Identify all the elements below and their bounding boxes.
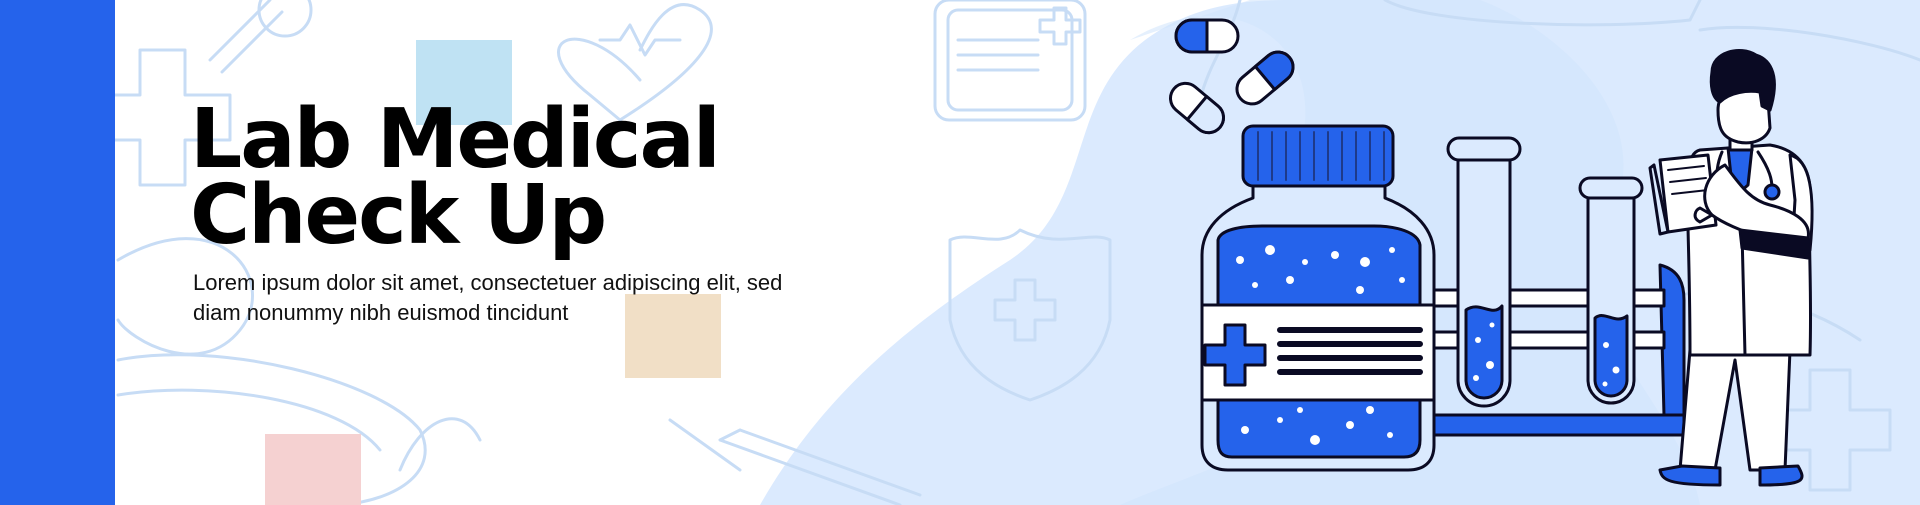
banner: Lab Medical Check Up Lorem ipsum dolor s…	[0, 0, 1920, 505]
test-tube-icon	[1446, 136, 1522, 408]
pill-icon	[1169, 81, 1225, 135]
pill-icon	[1174, 18, 1240, 54]
medicine-bottle-icon	[1200, 124, 1436, 472]
lab-illustration	[1169, 18, 1814, 487]
pill-icon	[1235, 50, 1295, 106]
test-tube-icon	[1578, 176, 1644, 405]
